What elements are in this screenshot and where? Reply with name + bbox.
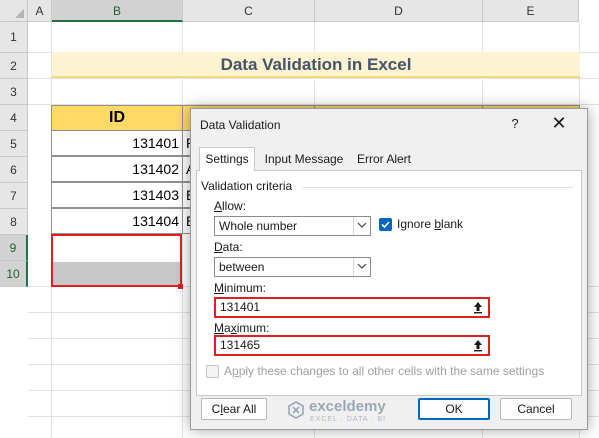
minimum-mnemonic: M — [214, 281, 224, 295]
minimum-value: 131401 — [220, 300, 261, 314]
tab-settings[interactable]: Settings — [199, 147, 255, 171]
ok-button[interactable]: OK — [418, 398, 490, 420]
ignore-blank-text-1: Ignore — [397, 217, 435, 231]
allow-label: Allow: — [214, 199, 246, 213]
allow-dropdown-value: Whole number — [219, 219, 298, 233]
cancel-button[interactable]: Cancel — [500, 398, 572, 420]
chevron-down-icon[interactable] — [353, 258, 370, 276]
data-label-text: ata: — [222, 240, 243, 254]
range-selector-icon[interactable] — [471, 300, 485, 315]
clear-all-text-1: C — [211, 402, 221, 416]
row-header-1[interactable]: 1 — [0, 22, 28, 53]
row-header-9[interactable]: 9 — [0, 235, 28, 261]
apply-text-1: A — [224, 364, 233, 378]
group-divider — [303, 187, 573, 188]
row-header-2[interactable]: 2 — [0, 53, 28, 79]
dialog-title: Data Validation — [200, 118, 281, 132]
row-header-5[interactable]: 5 — [0, 131, 28, 157]
chevron-down-icon[interactable] — [353, 217, 370, 235]
minimum-label-text: inimum: — [224, 281, 267, 295]
validation-criteria-label: Validation criteria — [201, 179, 293, 193]
ignore-blank-checkbox[interactable] — [379, 218, 392, 231]
select-all-triangle-icon — [15, 9, 24, 18]
checkmark-icon — [381, 221, 390, 229]
ignore-blank-text-2: lank — [441, 217, 464, 231]
row-header-8[interactable]: 8 — [0, 209, 28, 235]
ignore-blank-label[interactable]: Ignore blank — [397, 217, 463, 231]
apply-to-all-checkbox[interactable] — [206, 365, 219, 378]
exceldemy-watermark: exceldemy EXCEL · DATA · BI — [287, 398, 387, 428]
data-dropdown[interactable]: between — [214, 257, 371, 277]
row-header-3[interactable]: 3 — [0, 79, 28, 105]
select-all-corner[interactable] — [0, 0, 28, 22]
watermark-name: exceldemy — [309, 398, 386, 415]
apply-mnemonic: p — [232, 364, 239, 378]
table-header-id[interactable]: ID — [51, 105, 183, 131]
column-header-b[interactable]: B — [52, 0, 183, 22]
data-label: Data: — [214, 240, 243, 254]
column-header-d[interactable]: D — [315, 0, 483, 22]
column-header-c[interactable]: C — [183, 0, 315, 22]
sheet-title-cell[interactable]: Data Validation in Excel — [52, 52, 580, 78]
allow-mnemonic: A — [214, 199, 223, 213]
maximum-value: 131465 — [220, 338, 261, 352]
row-header-10[interactable]: 10 — [0, 261, 28, 287]
column-header-e[interactable]: E — [483, 0, 579, 22]
exceldemy-logo-icon — [288, 401, 304, 419]
minimum-input[interactable]: 131401 — [214, 297, 490, 318]
maximum-mnemonic: M — [214, 321, 224, 335]
allow-label-text: llow: — [222, 199, 247, 213]
tab-error-alert[interactable]: Error Alert — [351, 148, 417, 170]
table-cell-id[interactable]: 131402 — [51, 156, 183, 182]
apply-to-all-label[interactable]: Apply these changes to all other cells w… — [224, 364, 544, 378]
data-validation-dialog: Data Validation ? ✕ Settings Input Messa… — [190, 108, 588, 430]
tab-input-message[interactable]: Input Message — [259, 148, 349, 170]
help-button[interactable]: ? — [507, 116, 523, 131]
apply-text-2: ply these changes to all other cells wit… — [238, 364, 545, 378]
maximum-label-text-1: a — [224, 321, 231, 335]
maximum-label-text-2: imum: — [236, 321, 270, 335]
data-mnemonic: D — [214, 240, 223, 254]
maximum-input[interactable]: 131465 — [214, 335, 490, 356]
selected-range-b9-b10[interactable] — [51, 234, 182, 287]
clear-all-text-2: ear All — [222, 402, 257, 416]
allow-dropdown[interactable]: Whole number — [214, 216, 371, 236]
minimum-label: Minimum: — [214, 281, 266, 295]
maximum-label: Maximum: — [214, 321, 269, 335]
column-header-a[interactable]: A — [28, 0, 52, 22]
row-header-6[interactable]: 6 — [0, 157, 28, 183]
clear-all-button[interactable]: Clear All — [201, 398, 267, 420]
row-header-4[interactable]: 4 — [0, 105, 28, 131]
fill-handle[interactable] — [178, 284, 183, 289]
table-cell-id[interactable]: 131404 — [51, 208, 183, 234]
table-cell-id[interactable]: 131401 — [51, 130, 183, 156]
row-header-7[interactable]: 7 — [0, 183, 28, 209]
range-selector-icon[interactable] — [471, 338, 485, 353]
data-dropdown-value: between — [219, 260, 265, 274]
close-icon[interactable]: ✕ — [549, 113, 569, 134]
watermark-subtitle: EXCEL · DATA · BI — [310, 416, 386, 423]
table-cell-id[interactable]: 131403 — [51, 182, 183, 208]
